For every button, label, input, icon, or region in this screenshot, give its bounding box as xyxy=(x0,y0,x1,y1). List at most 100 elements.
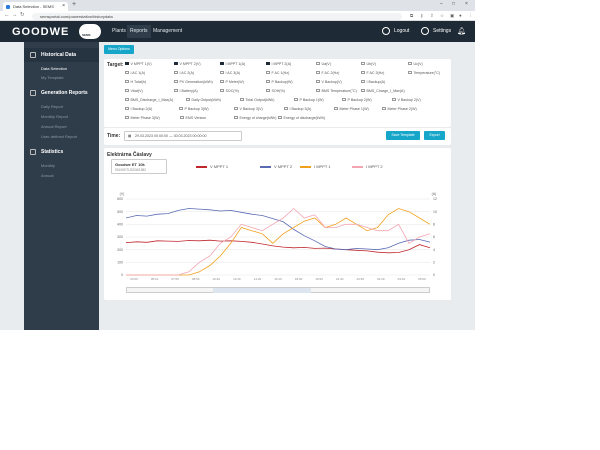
checkbox-box[interactable] xyxy=(234,106,238,111)
target-checkbox[interactable]: BMS Temperature(°C) xyxy=(316,89,357,93)
checkbox-box[interactable] xyxy=(174,70,178,75)
sidebar-item-daily-report[interactable]: Daily Report xyxy=(41,104,63,109)
target-checkbox[interactable]: Daily Output(kWh) xyxy=(186,98,221,102)
checkbox-box[interactable] xyxy=(361,79,365,84)
target-checkbox[interactable]: EMS Version xyxy=(180,116,206,120)
save-template-button[interactable]: Save Template xyxy=(386,131,420,140)
target-checkbox[interactable]: F AC 2(Hz) xyxy=(316,71,339,75)
checkbox-box[interactable] xyxy=(382,106,386,111)
target-checkbox[interactable]: V MPPT 2(V) xyxy=(174,62,201,66)
target-checkbox[interactable]: V Backup 2(V) xyxy=(392,98,421,102)
target-checkbox[interactable]: Energy of charge(kWh) xyxy=(234,116,276,120)
gear-icon[interactable] xyxy=(421,27,429,35)
checkbox-box[interactable] xyxy=(234,115,238,120)
target-checkbox[interactable]: Meter Phase 3(W) xyxy=(125,116,160,120)
target-checkbox[interactable]: Vbat(V) xyxy=(125,89,143,93)
sidebar-item-data-selection[interactable]: Data Selection xyxy=(41,66,67,71)
checkbox-box[interactable] xyxy=(316,70,320,75)
checkbox-box[interactable] xyxy=(316,88,320,93)
target-checkbox[interactable]: P Backup 3(W) xyxy=(179,107,209,111)
sidebar-group-statistics[interactable]: Statistics xyxy=(24,145,99,159)
target-checkbox[interactable]: P Backup 1(W) xyxy=(294,98,324,102)
maximize-icon[interactable]: □ xyxy=(452,1,455,7)
target-checkbox[interactable]: Meter Phase 1(W) xyxy=(334,107,369,111)
checkbox-box[interactable] xyxy=(361,70,365,75)
checkbox-box[interactable] xyxy=(125,61,129,66)
user-icon[interactable] xyxy=(382,27,390,35)
checkbox-box[interactable] xyxy=(316,61,320,66)
target-checkbox[interactable]: F AC 3(Hz) xyxy=(361,71,384,75)
checkbox-box[interactable] xyxy=(342,97,346,102)
target-checkbox[interactable]: I AC 2(A) xyxy=(174,71,194,75)
target-checkbox[interactable]: I MPPT 1(A) xyxy=(220,62,245,66)
menu-options-button[interactable]: Menu Options xyxy=(104,45,134,54)
target-checkbox[interactable]: I Backup 3(A) xyxy=(284,107,311,111)
sidebar-item-user-defined-report[interactable]: User-defined Report xyxy=(41,134,77,139)
checkbox-box[interactable] xyxy=(174,88,178,93)
target-checkbox[interactable]: PV Generation(kWh) xyxy=(174,80,213,84)
new-tab-icon[interactable]: + xyxy=(72,1,76,8)
sidebar-item-annual[interactable]: Annual xyxy=(41,173,53,178)
nav-management[interactable]: Management xyxy=(153,28,182,34)
checkbox-box[interactable] xyxy=(392,97,396,102)
sidebar-item-my-template[interactable]: My Template xyxy=(41,75,64,80)
target-checkbox[interactable]: BMS_Charge_I_Max(A) xyxy=(361,89,405,93)
nav-reports[interactable]: Reports xyxy=(127,25,151,38)
target-checkbox[interactable]: I AC 1(A) xyxy=(125,71,145,75)
checkbox-box[interactable] xyxy=(266,70,270,75)
checkbox-box[interactable] xyxy=(334,106,338,111)
checkbox-box[interactable] xyxy=(294,97,298,102)
checkbox-box[interactable] xyxy=(220,79,224,84)
target-checkbox[interactable]: I Backup(A) xyxy=(361,80,385,84)
bell-icon[interactable]: 🔔︎ xyxy=(457,27,466,35)
checkbox-box[interactable] xyxy=(174,79,178,84)
checkbox-box[interactable] xyxy=(125,97,129,102)
checkbox-box[interactable] xyxy=(220,88,224,93)
zoom-window[interactable] xyxy=(213,288,311,293)
back-icon[interactable]: ← xyxy=(4,12,10,18)
checkbox-box[interactable] xyxy=(220,70,224,75)
target-checkbox[interactable]: Temperature(°C) xyxy=(408,71,440,75)
sidebar-item-monthly[interactable]: Monthly xyxy=(41,163,55,168)
checkbox-box[interactable] xyxy=(125,79,129,84)
checkbox-box[interactable] xyxy=(266,61,270,66)
checkbox-box[interactable] xyxy=(266,79,270,84)
target-checkbox[interactable]: SOC(%) xyxy=(220,89,239,93)
settings-button[interactable]: Settings xyxy=(433,28,451,34)
checkbox-box[interactable] xyxy=(361,88,365,93)
checkbox-box[interactable] xyxy=(316,79,320,84)
close-tab-icon[interactable]: × xyxy=(62,2,65,11)
checkbox-box[interactable] xyxy=(278,115,282,120)
target-checkbox[interactable]: Total Output(kWh) xyxy=(240,98,274,102)
sidebar-group-generation-reports[interactable]: Generation Reports xyxy=(24,86,99,100)
logout-button[interactable]: Logout xyxy=(394,28,409,34)
checkbox-box[interactable] xyxy=(125,115,129,120)
checkbox-box[interactable] xyxy=(179,106,183,111)
sidebar-item-monthly-report[interactable]: Monthly Report xyxy=(41,114,68,119)
browser-tab[interactable]: Data Selection - SEMS × xyxy=(3,2,68,11)
translate-icon[interactable]: ⧉ xyxy=(410,13,413,18)
key-icon[interactable]: ⚷ xyxy=(420,13,423,19)
zoom-slider[interactable] xyxy=(126,287,430,293)
target-checkbox[interactable]: Meter Phase 2(W) xyxy=(382,107,417,111)
target-checkbox[interactable]: P Backup(W) xyxy=(266,80,293,84)
target-checkbox[interactable]: P Meter(W) xyxy=(220,80,244,84)
checkbox-box[interactable] xyxy=(180,115,184,120)
address-bar[interactable]: semsportal.com/powerstation/historydata xyxy=(32,12,402,20)
target-checkbox[interactable]: V MPPT 1(V) xyxy=(125,62,152,66)
target-checkbox[interactable]: V Backup(V) xyxy=(316,80,342,84)
forward-icon[interactable]: → xyxy=(12,12,18,18)
sidebar-group-historical-data[interactable]: Historical Data xyxy=(24,48,99,62)
target-checkbox[interactable]: BMS_Discharge_I_Max(A) xyxy=(125,98,173,102)
checkbox-box[interactable] xyxy=(125,70,129,75)
target-checkbox[interactable]: Energy of discharge(kWh) xyxy=(278,116,325,120)
target-checkbox[interactable]: Ua(V) xyxy=(316,62,331,66)
target-checkbox[interactable]: Uc(V) xyxy=(408,62,423,66)
nav-plants[interactable]: Plants xyxy=(112,28,126,34)
star-icon[interactable]: ☆ xyxy=(440,13,444,19)
profile-icon[interactable]: ● xyxy=(459,13,462,18)
close-window-icon[interactable]: × xyxy=(465,1,468,7)
checkbox-box[interactable] xyxy=(266,88,270,93)
checkbox-box[interactable] xyxy=(174,61,178,66)
target-checkbox[interactable]: H Total(h) xyxy=(125,80,146,84)
